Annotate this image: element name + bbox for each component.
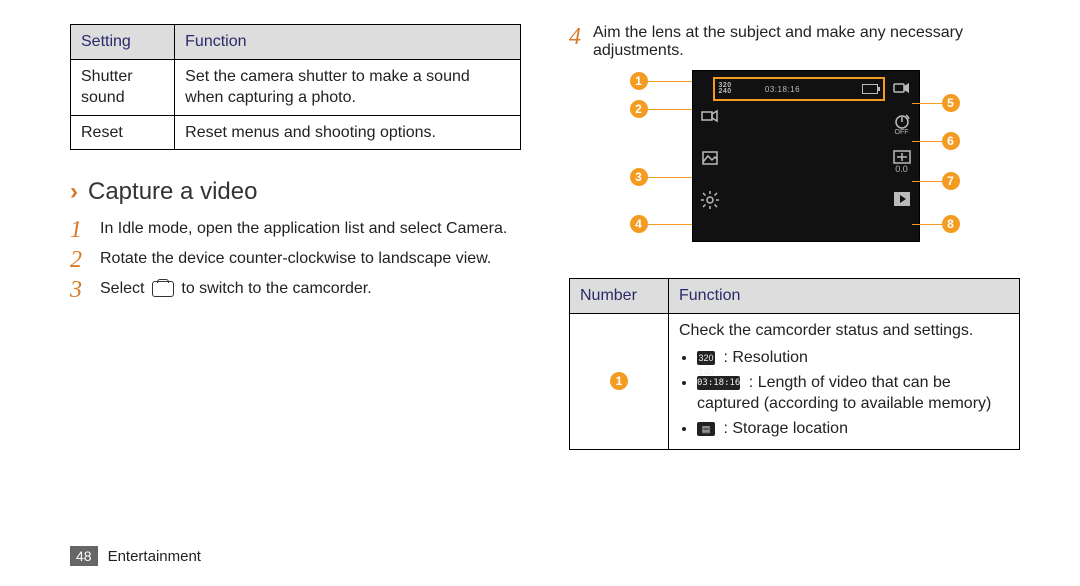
storage-glyph-icon: ▤ (697, 422, 715, 436)
step-4: 4 Aim the lens at the subject and make a… (569, 24, 1020, 60)
table-row: Shutter sound Set the camera shutter to … (71, 59, 521, 115)
battery-icon (862, 84, 878, 94)
exposure-icon: 0.0 (891, 150, 913, 174)
right-column: 4 Aim the lens at the subject and make a… (569, 24, 1020, 450)
table-row: 1 Check the camcorder status and setting… (570, 313, 1020, 449)
table-header-row: Setting Function (71, 25, 521, 60)
table-row: Reset Reset menus and shooting options. (71, 115, 521, 150)
settings-icon (699, 189, 721, 211)
status-bar: 320 240 03:18:16 (713, 77, 885, 101)
section-heading: › Capture a video (70, 178, 521, 206)
step-3: 3 Select to switch to the camcorder. (70, 278, 521, 302)
callout-1-ref: 1 (610, 372, 628, 390)
scene-icon (699, 147, 721, 169)
section-label: Entertainment (108, 548, 201, 565)
play-icon (891, 188, 913, 210)
steps-list: 1 In Idle mode, open the application lis… (70, 218, 521, 302)
manual-page: Setting Function Shutter sound Set the c… (0, 0, 1080, 586)
bullet-storage: ▤ : Storage location (697, 418, 1009, 440)
chevron-right-icon: › (70, 178, 78, 206)
timer-icon: OFF (891, 113, 913, 136)
callout-6: 6 (942, 132, 960, 150)
step-1: 1 In Idle mode, open the application lis… (70, 218, 521, 242)
camera-icon (152, 281, 174, 297)
callout-7: 7 (942, 172, 960, 190)
col-function: Function (175, 25, 521, 60)
time-glyph-icon: 03:18:16 (697, 376, 740, 390)
step-2: 2 Rotate the device counter-clockwise to… (70, 248, 521, 272)
callout-4: 4 (630, 215, 648, 233)
settings-table: Setting Function Shutter sound Set the c… (70, 24, 521, 150)
page-footer: 48 Entertainment (70, 546, 201, 566)
right-icons: OFF 0.0 (891, 77, 913, 210)
viewfinder: 320 240 03:18:16 (692, 70, 920, 242)
col-number: Number (570, 279, 669, 314)
left-icons (699, 105, 721, 211)
resolution-glyph-icon: 320240 (697, 351, 715, 365)
callout-3: 3 (630, 168, 648, 186)
callout-5: 5 (942, 94, 960, 112)
section-title: Capture a video (88, 178, 257, 206)
camcorder-screenshot: 1 2 3 4 320 240 03:18:16 (630, 70, 960, 260)
col-function: Function (669, 279, 1020, 314)
table-header-row: Number Function (570, 279, 1020, 314)
bullet-length: 03:18:16 : Length of video that can be c… (697, 372, 1009, 415)
callout-1: 1 (630, 72, 648, 90)
camcorder-icon (891, 77, 913, 99)
record-time: 03:18:16 (765, 85, 800, 94)
mode-switch-icon (699, 105, 721, 127)
callout-2: 2 (630, 100, 648, 118)
callout-function-table: Number Function 1 Check the camcorder st… (569, 278, 1020, 450)
page-number: 48 (70, 546, 98, 566)
resolution-badge: 320 240 (719, 83, 732, 94)
col-setting: Setting (71, 25, 175, 60)
bullet-resolution: 320240 : Resolution (697, 347, 1009, 369)
left-column: Setting Function Shutter sound Set the c… (70, 24, 521, 450)
callout-8: 8 (942, 215, 960, 233)
